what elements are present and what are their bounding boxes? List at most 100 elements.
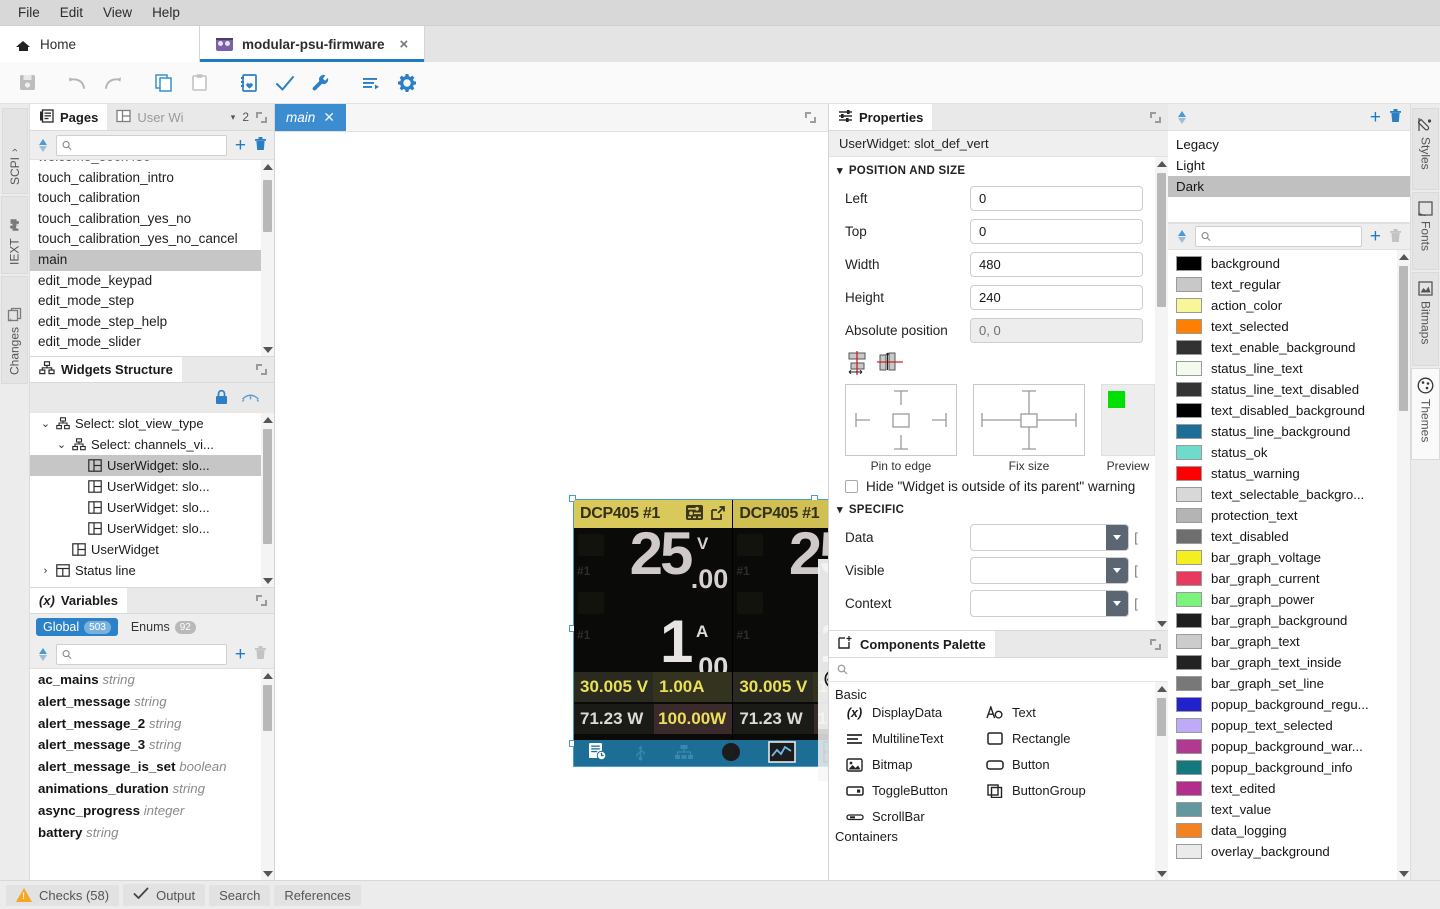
maximize-icon[interactable]: [1150, 638, 1161, 650]
scroll-down-icon[interactable]: [261, 343, 274, 356]
color-list-item[interactable]: status_ok: [1168, 442, 1397, 463]
palette-item[interactable]: ToggleButton: [845, 783, 985, 798]
fix-size-diagram[interactable]: [973, 384, 1085, 456]
variable-list-item[interactable]: async_progress integer: [30, 800, 274, 822]
color-swatch[interactable]: [1176, 319, 1202, 334]
page-list-item[interactable]: touch_calibration_yes_no_cancel: [30, 229, 274, 250]
expression-bracket-icon[interactable]: [: [1129, 596, 1143, 611]
tab-modular-psu-firmware[interactable]: modular-psu-firmware ×: [200, 26, 426, 62]
variable-list-item[interactable]: alert_message_2 string: [30, 713, 274, 735]
pages-search-box[interactable]: [56, 134, 227, 156]
pages-scrollbar[interactable]: [261, 160, 274, 356]
variable-list-item[interactable]: battery string: [30, 822, 274, 844]
status-checks-button[interactable]: Checks (58): [6, 884, 120, 906]
palette-item[interactable]: Bitmap: [845, 757, 985, 772]
scroll-thumb[interactable]: [1399, 266, 1408, 411]
color-list-item[interactable]: text_disabled: [1168, 526, 1397, 547]
variables-search-input[interactable]: [76, 647, 221, 661]
page-canvas[interactable]: DCP405 #1 #1 #1 25 V .00 1 A .00 30.005 V 1.00A 71.…: [275, 132, 828, 880]
variables-search-box[interactable]: [56, 643, 227, 665]
palette-item[interactable]: Rectangle: [985, 731, 1155, 746]
chevron-down-icon[interactable]: ▾: [231, 112, 236, 123]
page-list-item[interactable]: main: [30, 249, 274, 271]
delete-theme-button[interactable]: [1389, 108, 1402, 126]
page-list-item[interactable]: touch_calibration_yes_no: [30, 209, 274, 230]
pages-list[interactable]: welcome_800x480touch_calibration_introto…: [30, 160, 274, 356]
add-theme-button[interactable]: +: [1368, 108, 1383, 127]
page-list-item[interactable]: touch_calibration: [30, 188, 274, 209]
color-list-item[interactable]: bar_graph_background: [1168, 610, 1397, 631]
check-icon[interactable]: [268, 68, 302, 98]
tree-scrollbar[interactable]: [261, 413, 274, 587]
color-swatch[interactable]: [1176, 403, 1202, 418]
delete-variable-button[interactable]: [254, 645, 267, 663]
colors-list[interactable]: background text_regular action_color text_s…: [1168, 250, 1410, 880]
fix-size-box[interactable]: Fix size: [973, 384, 1085, 473]
pages-search-input[interactable]: [76, 138, 221, 152]
color-list-item[interactable]: text_value: [1168, 799, 1397, 820]
rail-tab-fonts[interactable]: A Fonts: [1412, 192, 1439, 270]
status-search-button[interactable]: Search: [209, 884, 271, 906]
colors-scrollbar[interactable]: [1397, 250, 1410, 880]
build-icon[interactable]: [304, 68, 338, 98]
scroll-up-icon[interactable]: [1155, 682, 1168, 695]
color-list-item[interactable]: text_enable_background: [1168, 337, 1397, 358]
color-swatch[interactable]: [1176, 256, 1202, 271]
color-swatch[interactable]: [1176, 445, 1202, 460]
widget-tree-node[interactable]: ⌄ Select: channels_vi...: [30, 434, 274, 455]
widget-tree-node[interactable]: UserWidget: slo...: [30, 518, 274, 539]
rail-tab-bitmaps[interactable]: Bitmaps: [1412, 272, 1439, 366]
property-value-input[interactable]: 0: [970, 186, 1143, 211]
property-value-input[interactable]: 240: [970, 285, 1143, 310]
align-horizontal-icon[interactable]: [845, 351, 871, 378]
channel-slot[interactable]: DCP405 #1#1#125V.001A.0030.005 V1.00A71.…: [733, 500, 828, 740]
status-references-button[interactable]: References: [274, 884, 361, 906]
maximize-icon[interactable]: [805, 112, 816, 123]
page-list-item[interactable]: touch_calibration_intro: [30, 168, 274, 189]
color-list-item[interactable]: bar_graph_text_inside: [1168, 652, 1397, 673]
chevron-right-icon[interactable]: ›: [40, 565, 51, 577]
color-list-item[interactable]: bar_graph_current: [1168, 568, 1397, 589]
tab-components-palette[interactable]: Components Palette: [829, 631, 995, 657]
palette-category-header[interactable]: Containers: [829, 824, 1155, 847]
menu-help[interactable]: Help: [142, 2, 190, 23]
color-list-item[interactable]: text_regular: [1168, 274, 1397, 295]
close-icon[interactable]: ✕: [323, 109, 335, 126]
color-list-item[interactable]: text_disabled_background: [1168, 400, 1397, 421]
color-swatch[interactable]: [1176, 277, 1202, 292]
palette-item[interactable]: Text: [985, 705, 1155, 720]
theme-list-item[interactable]: Legacy: [1168, 134, 1410, 155]
property-value-input[interactable]: 480: [970, 252, 1143, 277]
preview-box[interactable]: Preview: [1101, 384, 1155, 473]
chevron-down-icon[interactable]: ⌄: [56, 438, 67, 451]
color-swatch[interactable]: [1176, 655, 1202, 670]
palette-category-header[interactable]: Basic: [829, 682, 1155, 705]
color-swatch[interactable]: [1176, 424, 1202, 439]
chevron-down-icon[interactable]: ⌄: [40, 417, 51, 430]
variable-list-item[interactable]: ac_mains string: [30, 669, 274, 691]
hide-warning-row[interactable]: Hide "Widget is outside of its parent" w…: [829, 473, 1155, 496]
properties-scroll-area[interactable]: ▾ POSITION AND SIZE Left 0 Top 0 Width 480 Hei…: [829, 157, 1168, 630]
color-swatch[interactable]: [1176, 508, 1202, 523]
color-swatch[interactable]: [1176, 781, 1202, 796]
tab-properties[interactable]: Properties: [829, 104, 933, 130]
color-swatch[interactable]: [1176, 802, 1202, 817]
pin-to-edge-box[interactable]: Pin to edge: [845, 384, 957, 473]
scroll-down-icon[interactable]: [261, 867, 274, 880]
scroll-up-icon[interactable]: [261, 160, 274, 173]
project-features-icon[interactable]: [232, 68, 266, 98]
color-list-item[interactable]: text_selectable_backgro...: [1168, 484, 1397, 505]
properties-scrollbar[interactable]: [1155, 157, 1168, 630]
selected-widget-group[interactable]: DCP405 #1 #1 #1 25 V .00 1 A .00 30.005 V 1.00A 71.…: [569, 495, 828, 767]
color-swatch[interactable]: [1176, 550, 1202, 565]
color-swatch[interactable]: [1176, 823, 1202, 838]
palette-scrollbar[interactable]: [1155, 682, 1168, 880]
page-list-item[interactable]: edit_mode_slider_help: [30, 353, 274, 356]
color-swatch[interactable]: [1176, 634, 1202, 649]
color-swatch[interactable]: [1176, 697, 1202, 712]
overlay-popup[interactable]: ✕ #1 23m 45s #1 23m 45s: [818, 559, 828, 729]
maximize-icon[interactable]: [256, 595, 267, 606]
chevron-down-icon[interactable]: [1106, 525, 1128, 550]
color-list-item[interactable]: popup_background_regu...: [1168, 694, 1397, 715]
color-list-item[interactable]: bar_graph_text: [1168, 631, 1397, 652]
